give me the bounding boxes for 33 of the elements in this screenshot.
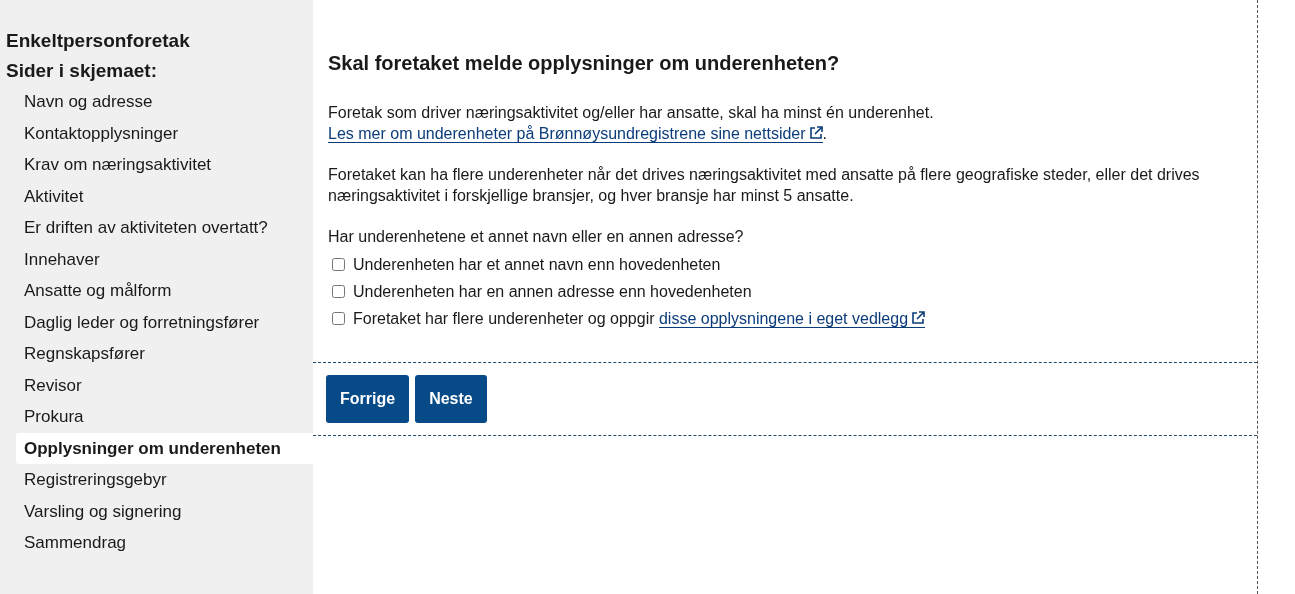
sidebar-title: Enkeltpersonforetak [5, 29, 191, 53]
checkbox[interactable] [332, 285, 345, 298]
sidebar-item[interactable]: Revisor [16, 369, 313, 401]
sidebar-item[interactable]: Navn og adresse [16, 86, 313, 118]
external-link-icon [808, 126, 823, 140]
checkbox[interactable] [332, 312, 345, 325]
sidebar-item[interactable]: Krav om næringsaktivitet [16, 149, 313, 181]
sidebar-item[interactable]: Innehaver [16, 243, 313, 275]
option-label: Foretaket har flere underenheter og oppgir disse opplysningene i eget vedlegg [353, 309, 926, 328]
external-link-icon [911, 310, 926, 325]
sidebar-item[interactable]: Kontaktopplysninger [16, 117, 313, 149]
sidebar-item[interactable]: Sammendrag [16, 527, 313, 559]
nav-button[interactable]: Neste [415, 375, 487, 423]
sidebar-item[interactable]: Varsling og signering [16, 495, 313, 527]
sidebar-item[interactable]: Opplysninger om underenheten [16, 432, 313, 464]
sidebar-item[interactable]: Daglig leder og forretningsfører [16, 306, 313, 338]
info-paragraph: Foretak som driver næringsaktivitet og/eller har ansatte, skal ha minst én underenhet. Les mer om underenheter på Brønnøysundregistrene sine nettsider . [328, 103, 935, 144]
page-heading: Skal foretaket melde opplysninger om underenheten? [328, 51, 841, 76]
checkbox[interactable] [332, 258, 345, 271]
external-link[interactable]: disse opplysningene i eget vedlegg [658, 309, 926, 328]
sidebar-item[interactable]: Registreringsgebyr [16, 464, 313, 496]
sidebar-item[interactable]: Regnskapsfører [16, 338, 313, 370]
sidebar-item[interactable]: Prokura [16, 401, 313, 433]
sidebar-subtitle: Sider i skjemaet: [5, 59, 159, 83]
sidebar-item[interactable]: Er driften av aktiviteten overtatt? [16, 212, 313, 244]
question-text: Har underenhetene et annet navn eller en annen adresse? [328, 227, 745, 247]
sidebar-item[interactable]: Aktivitet [16, 180, 313, 212]
info-paragraph: Foretaket kan ha flere underenheter når det drives næringsaktivitet med ansatte på flere geografiske steder, eller det drives næringsaktivitet i forskjellige bransjer, og hver bransje har minst 5 ansatte. [328, 165, 1201, 206]
option-label: Underenheten har et annet navn enn hovedenheten [353, 255, 721, 274]
option-label: Underenheten har en annen adresse enn hovedenheten [353, 282, 752, 301]
external-link[interactable]: Les mer om underenheter på Brønnøysundregistrene sine nettsider [328, 125, 823, 143]
nav-button[interactable]: Forrige [326, 375, 410, 423]
sidebar-item[interactable]: Ansatte og målform [16, 275, 313, 307]
